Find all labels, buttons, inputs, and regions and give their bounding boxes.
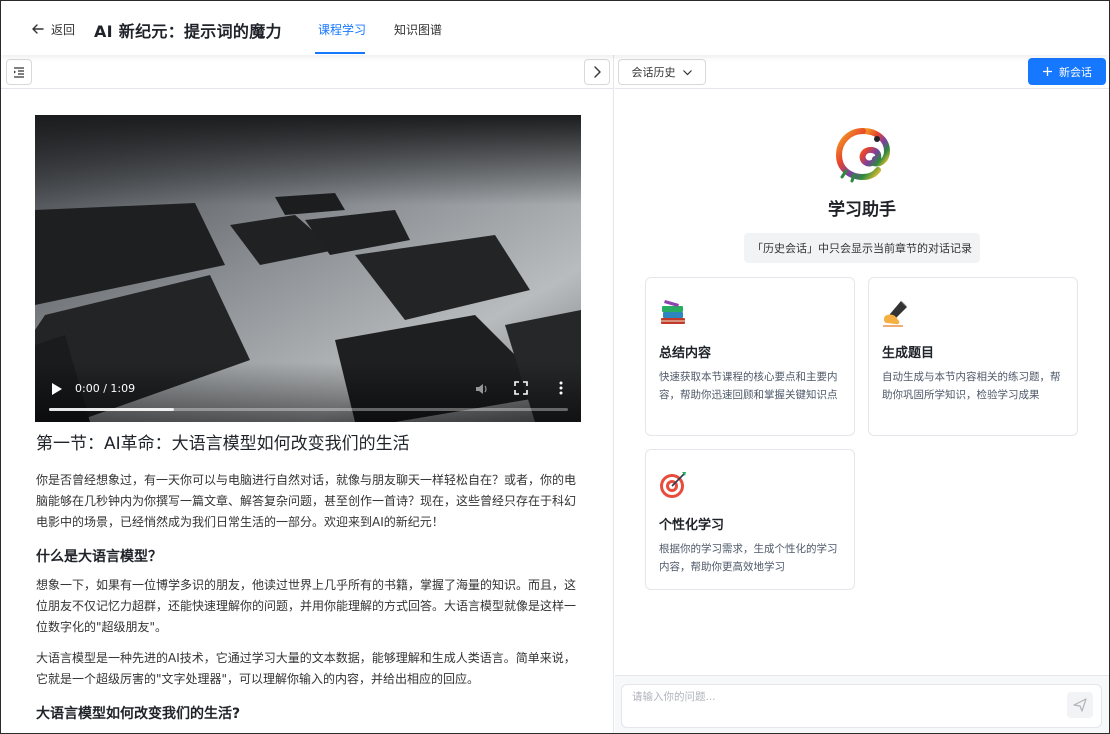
video-progress-bar[interactable] bbox=[49, 408, 568, 411]
chat-input-area bbox=[615, 675, 1109, 733]
course-content-pane: 0:00 / 1:09 第一节：AI革命：大语言模型如何改变我们的生活 你是否曾… bbox=[1, 55, 614, 733]
more-options-icon[interactable] bbox=[554, 380, 568, 396]
tab-course-learning[interactable]: 课程学习 bbox=[318, 21, 366, 38]
card-title: 个性化学习 bbox=[659, 518, 725, 533]
assistant-toolbar: 会话历史 新会话 bbox=[615, 55, 1109, 89]
chat-history-dropdown[interactable]: 会话历史 bbox=[618, 59, 706, 85]
plus-icon bbox=[1043, 67, 1052, 76]
card-description: 根据你的学习需求，生成个性化的学习内容，帮助你更高效地学习 bbox=[659, 543, 838, 573]
target-icon bbox=[660, 472, 686, 498]
section-title: 第一节：AI革命：大语言模型如何改变我们的生活 bbox=[36, 434, 410, 454]
generate-questions-card[interactable]: 生成题目 自动生成与本节内容相关的练习题，帮助你巩固所学知识，检验学习成果 bbox=[868, 277, 1078, 436]
subheading-how-llm-changes-life: 大语言模型如何改变我们的生活? bbox=[36, 706, 241, 722]
play-icon[interactable] bbox=[51, 382, 63, 396]
chevron-down-icon bbox=[682, 69, 692, 75]
paragraph-llm-definition: 大语言模型是一种先进的AI技术，它通过学习大量的文本数据，能够理解和生成人类语言… bbox=[36, 651, 576, 686]
subheading-what-is-llm: 什么是大语言模型？ bbox=[36, 549, 162, 565]
fullscreen-icon[interactable] bbox=[514, 381, 528, 395]
books-icon bbox=[661, 300, 685, 324]
intro-paragraph: 你是否曾经想象过，有一天你可以与电脑进行自然对话，就像与朋友聊天一样轻松自在？或… bbox=[36, 473, 577, 529]
send-icon bbox=[1073, 698, 1087, 712]
tab-knowledge-graph[interactable]: 知识图谱 bbox=[394, 21, 442, 38]
video-controls: 0:00 / 1:09 bbox=[35, 362, 581, 422]
new-chat-label: 新会话 bbox=[1059, 65, 1092, 79]
card-title: 总结内容 bbox=[659, 346, 712, 361]
back-label: 返回 bbox=[51, 22, 76, 37]
card-title: 生成题目 bbox=[882, 346, 935, 361]
summarize-content-card[interactable]: 总结内容 快速获取本节课程的核心要点和主要内容，帮助你迅速回顾和掌握关键知识点 bbox=[645, 277, 855, 436]
question-input[interactable] bbox=[621, 684, 1102, 728]
card-description: 快速获取本节课程的核心要点和主要内容，帮助你迅速回顾和掌握关键知识点 bbox=[659, 371, 838, 401]
arrow-left-icon bbox=[32, 24, 44, 34]
volume-icon[interactable] bbox=[474, 381, 490, 397]
outline-toggle-button[interactable] bbox=[6, 59, 32, 85]
new-chat-button[interactable]: 新会话 bbox=[1028, 58, 1106, 85]
chevron-right-icon bbox=[594, 66, 601, 78]
personalized-learning-card[interactable]: 个性化学习 根据你的学习需求，生成个性化的学习内容，帮助你更高效地学习 bbox=[645, 449, 855, 590]
video-time: 0:00 / 1:09 bbox=[75, 382, 136, 395]
course-title: AI 新纪元：提示词的魔力 bbox=[94, 22, 282, 41]
back-button[interactable]: 返回 bbox=[31, 20, 75, 38]
video-progress-fill bbox=[49, 408, 174, 411]
lesson-article: 第一节：AI革命：大语言模型如何改变我们的生活 你是否曾经想象过，有一天你可以与… bbox=[36, 432, 576, 732]
card-description: 自动生成与本节内容相关的练习题，帮助你巩固所学知识，检验学习成果 bbox=[882, 371, 1061, 401]
send-button[interactable] bbox=[1067, 692, 1093, 718]
history-notice: 「历史会话」中只会显示当前章节的对话记录 bbox=[744, 233, 980, 263]
collapse-panel-button[interactable] bbox=[584, 59, 610, 85]
chat-history-label: 会话历史 bbox=[631, 66, 676, 79]
outline-list-icon bbox=[14, 67, 24, 78]
assistant-title: 学习助手 bbox=[828, 200, 896, 220]
content-toolbar bbox=[1, 55, 613, 89]
paragraph-super-friend: 想象一下，如果有一位博学多识的朋友，他读过世界上几乎所有的书籍，掌握了海量的知识… bbox=[36, 578, 577, 634]
video-player[interactable]: 0:00 / 1:09 bbox=[35, 115, 581, 422]
top-header: 返回 AI 新纪元：提示词的魔力 课程学习 知识图谱 bbox=[1, 1, 1109, 55]
writing-hand-icon bbox=[883, 301, 907, 327]
chameleon-logo-icon bbox=[835, 128, 891, 183]
learning-assistant-pane: 会话历史 新会话 学习助手 「历史会话」中只会显示当前章节的对话记录 总结内容 … bbox=[615, 55, 1109, 733]
active-tab-indicator bbox=[315, 52, 365, 54]
